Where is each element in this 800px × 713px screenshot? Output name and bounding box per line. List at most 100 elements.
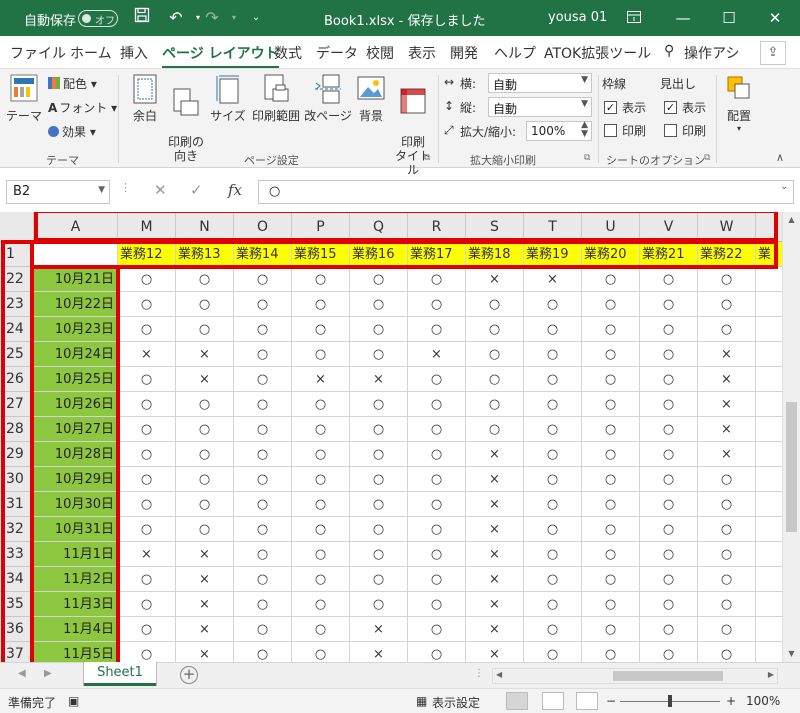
- row-header[interactable]: 27: [0, 392, 34, 417]
- status-cell[interactable]: ○: [466, 367, 524, 392]
- status-cell[interactable]: ○: [582, 392, 640, 417]
- column-header-t[interactable]: T: [524, 212, 582, 242]
- horizontal-scrollbar[interactable]: ◀ ▶: [492, 668, 778, 684]
- status-cell[interactable]: ○: [234, 292, 292, 317]
- size-button[interactable]: サイズ: [210, 73, 246, 124]
- status-cell[interactable]: ○: [466, 292, 524, 317]
- status-cell[interactable]: ○: [118, 442, 176, 467]
- status-cell[interactable]: ○: [640, 417, 698, 442]
- status-cell[interactable]: ×: [176, 367, 234, 392]
- row-header[interactable]: 34: [0, 567, 34, 592]
- status-cell[interactable]: ×: [176, 542, 234, 567]
- scale-launcher-icon[interactable]: ⧉: [584, 153, 590, 163]
- status-cell[interactable]: ○: [234, 592, 292, 617]
- status-cell[interactable]: ○: [524, 567, 582, 592]
- tab-view[interactable]: 表示: [408, 43, 436, 63]
- row-header[interactable]: 29: [0, 442, 34, 467]
- status-cell[interactable]: ○: [292, 417, 350, 442]
- status-cell[interactable]: ○: [698, 542, 756, 567]
- status-cell[interactable]: ○: [118, 392, 176, 417]
- tab-data[interactable]: データ: [316, 43, 358, 63]
- tab-atok[interactable]: ATOK拡張ツール: [544, 43, 651, 63]
- status-cell[interactable]: ○: [698, 617, 756, 642]
- partial-cell[interactable]: [756, 592, 782, 617]
- height-dropdown[interactable]: 自動 ▼: [488, 97, 592, 117]
- status-cell[interactable]: ○: [292, 567, 350, 592]
- save-icon[interactable]: [130, 6, 154, 30]
- status-cell[interactable]: ○: [524, 367, 582, 392]
- date-cell[interactable]: 10月21日: [34, 267, 118, 292]
- status-cell[interactable]: ○: [408, 392, 466, 417]
- status-cell[interactable]: ○: [466, 417, 524, 442]
- status-cell[interactable]: ○: [698, 267, 756, 292]
- status-cell[interactable]: ○: [524, 292, 582, 317]
- status-cell[interactable]: ○: [176, 317, 234, 342]
- status-cell[interactable]: ○: [524, 517, 582, 542]
- header-cell[interactable]: 業務18: [466, 242, 524, 267]
- status-cell[interactable]: ×: [350, 642, 408, 662]
- status-cell[interactable]: ○: [176, 442, 234, 467]
- status-cell[interactable]: ○: [234, 617, 292, 642]
- partial-cell[interactable]: [756, 417, 782, 442]
- scroll-left-icon[interactable]: ◀: [496, 670, 502, 679]
- status-cell[interactable]: ○: [118, 617, 176, 642]
- status-cell[interactable]: ○: [350, 542, 408, 567]
- date-cell[interactable]: 10月28日: [34, 442, 118, 467]
- tell-me-box[interactable]: 操作アシ: [684, 43, 739, 63]
- scroll-right-icon[interactable]: ▶: [768, 670, 774, 679]
- status-cell[interactable]: ×: [350, 617, 408, 642]
- status-cell[interactable]: ○: [292, 442, 350, 467]
- status-cell[interactable]: ○: [234, 492, 292, 517]
- status-cell[interactable]: ×: [466, 592, 524, 617]
- status-cell[interactable]: ○: [350, 342, 408, 367]
- partial-cell[interactable]: [756, 492, 782, 517]
- partial-cell[interactable]: [756, 442, 782, 467]
- tab-review[interactable]: 校閲: [366, 43, 394, 63]
- status-cell[interactable]: ○: [582, 517, 640, 542]
- status-cell[interactable]: ×: [698, 367, 756, 392]
- header-cell[interactable]: 業務12: [118, 242, 176, 267]
- status-cell[interactable]: ○: [292, 542, 350, 567]
- status-cell[interactable]: ○: [524, 492, 582, 517]
- display-settings-icon[interactable]: ▦: [416, 694, 427, 708]
- header-cell[interactable]: 業務14: [234, 242, 292, 267]
- header-cell[interactable]: 業務16: [350, 242, 408, 267]
- status-cell[interactable]: ○: [292, 517, 350, 542]
- row-header[interactable]: 33: [0, 542, 34, 567]
- status-cell[interactable]: ○: [524, 392, 582, 417]
- print-area-button[interactable]: 印刷範囲: [250, 73, 302, 124]
- status-cell[interactable]: ○: [234, 467, 292, 492]
- expand-formula-icon[interactable]: ⌄: [780, 181, 788, 192]
- name-box[interactable]: B2 ▼: [6, 180, 110, 204]
- tab-file[interactable]: ファイル: [10, 43, 66, 63]
- vertical-scrollbar[interactable]: ▲ ▼: [782, 212, 800, 662]
- row-header[interactable]: 25: [0, 342, 34, 367]
- header-cell[interactable]: 業: [756, 242, 782, 267]
- status-cell[interactable]: ○: [350, 317, 408, 342]
- row-header[interactable]: 24: [0, 317, 34, 342]
- status-cell[interactable]: ○: [582, 642, 640, 662]
- status-cell[interactable]: ×: [466, 442, 524, 467]
- date-cell[interactable]: 11月3日: [34, 592, 118, 617]
- status-cell[interactable]: ×: [118, 342, 176, 367]
- spinner-arrows-icon[interactable]: ▲ ▼: [581, 121, 588, 139]
- partial-cell[interactable]: [756, 292, 782, 317]
- headings-print-checkbox[interactable]: [664, 124, 677, 137]
- status-cell[interactable]: ○: [640, 542, 698, 567]
- sheet-options-launcher-icon[interactable]: ⧉: [704, 153, 710, 163]
- page-setup-launcher-icon[interactable]: ⧉: [424, 153, 430, 163]
- status-cell[interactable]: ○: [408, 292, 466, 317]
- status-cell[interactable]: ○: [698, 592, 756, 617]
- status-cell[interactable]: ×: [466, 267, 524, 292]
- cancel-icon[interactable]: ✕: [154, 181, 167, 199]
- status-cell[interactable]: ○: [118, 317, 176, 342]
- status-cell[interactable]: ○: [118, 367, 176, 392]
- status-cell[interactable]: ○: [524, 542, 582, 567]
- formula-input[interactable]: ○: [258, 180, 794, 204]
- status-cell[interactable]: ○: [698, 292, 756, 317]
- cell-a1[interactable]: [34, 242, 118, 267]
- header-cell[interactable]: 業務19: [524, 242, 582, 267]
- minimize-icon[interactable]: —: [660, 0, 706, 36]
- zoom-slider[interactable]: [620, 695, 720, 707]
- row-header[interactable]: 35: [0, 592, 34, 617]
